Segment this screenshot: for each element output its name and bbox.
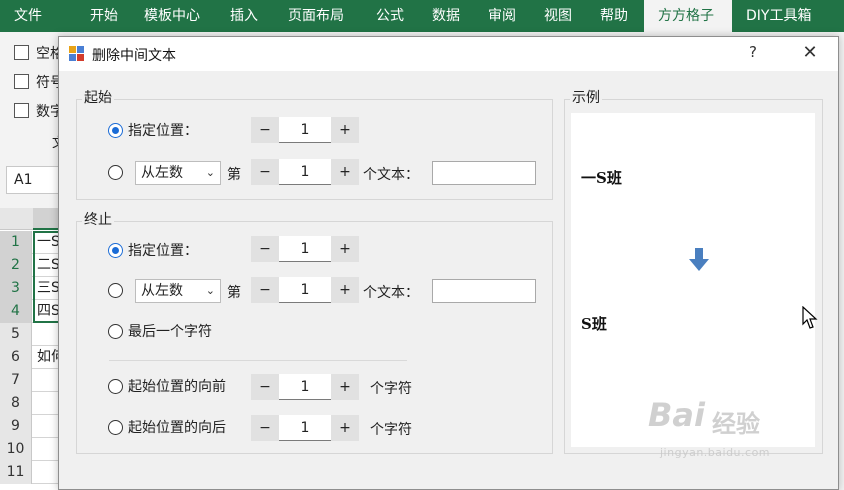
checkbox-symbol[interactable] [14, 74, 29, 89]
end-before-unit-label: 个字符 [370, 381, 412, 397]
app-icon [69, 46, 84, 61]
watermark-url: jingyan.baidu.com [660, 446, 771, 459]
row-number[interactable]: 7 [0, 369, 32, 392]
dialog-titlebar[interactable]: 删除中间文本 ? ✕ [59, 37, 838, 71]
watermark-brand: Bai [648, 396, 705, 434]
start-position-increment-button[interactable]: + [331, 117, 359, 143]
row-number[interactable]: 3 [0, 277, 32, 300]
end-nth-radio[interactable] [108, 283, 123, 298]
start-nth-spinner: − 1 + [251, 159, 359, 185]
end-before-radio[interactable] [108, 379, 123, 394]
start-nth-decrement-button[interactable]: − [251, 159, 279, 185]
tab-insert[interactable]: 插入 [216, 0, 274, 32]
name-box[interactable]: A1 [6, 166, 62, 194]
end-position-input[interactable]: 1 [279, 236, 331, 262]
end-after-increment-button[interactable]: + [331, 415, 359, 441]
start-unit-label: 个文本： [363, 167, 419, 183]
end-nth-decrement-button[interactable]: − [251, 277, 279, 303]
watermark: Bai 经验 jingyan.baidu.com [640, 396, 830, 466]
tab-home[interactable]: 开始 [76, 0, 130, 32]
mouse-cursor-icon [802, 306, 818, 329]
row-number[interactable]: 1 [0, 231, 32, 254]
start-direction-select[interactable]: 从左数 ⌄ [135, 161, 221, 185]
end-after-input[interactable]: 1 [279, 415, 331, 441]
end-last-char-label: 最后一个字符 [128, 324, 212, 340]
end-unit-label: 个文本： [363, 285, 419, 301]
end-text-input[interactable] [432, 279, 536, 303]
end-after-decrement-button[interactable]: − [251, 415, 279, 441]
end-position-increment-button[interactable]: + [331, 236, 359, 262]
end-before-spinner: − 1 + [251, 374, 359, 400]
row-number[interactable]: 8 [0, 392, 32, 415]
start-nth-input[interactable]: 1 [279, 159, 331, 185]
row-number[interactable]: 2 [0, 254, 32, 277]
end-before-input[interactable]: 1 [279, 374, 331, 400]
end-position-label: 指定位置： [128, 243, 198, 259]
checkbox-number[interactable] [14, 103, 29, 118]
end-after-radio[interactable] [108, 420, 123, 435]
tab-help[interactable]: 帮助 [586, 0, 644, 32]
tab-fangfanggezi[interactable]: 方方格子 [644, 0, 732, 32]
start-nth-increment-button[interactable]: + [331, 159, 359, 185]
end-after-unit-label: 个字符 [370, 422, 412, 438]
tab-view[interactable]: 视图 [530, 0, 586, 32]
end-before-increment-button[interactable]: + [331, 374, 359, 400]
row-number[interactable]: 5 [0, 323, 32, 346]
row-number[interactable]: 9 [0, 415, 32, 438]
end-position-decrement-button[interactable]: − [251, 236, 279, 262]
watermark-cn: 经验 [712, 410, 760, 438]
end-nth-spinner: − 1 + [251, 277, 359, 303]
start-position-radio[interactable] [108, 123, 123, 138]
end-before-label: 起始位置的向前 [128, 379, 226, 395]
chevron-down-icon: ⌄ [205, 284, 215, 297]
end-position-radio[interactable] [108, 243, 123, 258]
row-number[interactable]: 10 [0, 438, 32, 461]
end-before-decrement-button[interactable]: − [251, 374, 279, 400]
start-text-input[interactable] [432, 161, 536, 185]
tab-page-layout[interactable]: 页面布局 [274, 0, 362, 32]
chevron-down-icon: ⌄ [205, 166, 215, 179]
start-direction-value: 从左数 [141, 165, 183, 181]
example-before-text: 一S班 [581, 169, 622, 187]
start-di-label: 第 [227, 167, 241, 183]
divider [109, 360, 407, 361]
row-number[interactable]: 4 [0, 300, 32, 323]
tab-file[interactable]: 文件 [0, 0, 76, 32]
start-position-label: 指定位置： [128, 123, 198, 139]
start-position-decrement-button[interactable]: − [251, 117, 279, 143]
tab-review[interactable]: 审阅 [474, 0, 530, 32]
help-button[interactable]: ? [741, 43, 765, 65]
end-position-spinner: − 1 + [251, 236, 359, 262]
tab-templates[interactable]: 模板中心 [130, 0, 216, 32]
start-nth-radio[interactable] [108, 165, 123, 180]
end-group-label: 终止 [82, 209, 114, 229]
start-position-input[interactable]: 1 [279, 117, 331, 143]
tab-diy-toolbox[interactable]: DIY工具箱 [732, 0, 830, 32]
close-button[interactable]: ✕ [797, 42, 823, 66]
end-nth-increment-button[interactable]: + [331, 277, 359, 303]
end-direction-select[interactable]: 从左数 ⌄ [135, 279, 221, 303]
start-group-label: 起始 [82, 87, 114, 107]
arrow-down-icon [689, 248, 709, 271]
example-group-label: 示例 [570, 87, 602, 107]
row-number[interactable]: 11 [0, 461, 32, 484]
start-position-spinner: − 1 + [251, 117, 359, 143]
end-last-char-radio[interactable] [108, 324, 123, 339]
end-after-label: 起始位置的向后 [128, 420, 226, 436]
tab-data[interactable]: 数据 [418, 0, 474, 32]
end-after-spinner: − 1 + [251, 415, 359, 441]
end-nth-input[interactable]: 1 [279, 277, 331, 303]
dialog-title: 删除中间文本 [92, 48, 176, 64]
checkbox-space[interactable] [14, 45, 29, 60]
end-direction-value: 从左数 [141, 283, 183, 299]
tab-formulas[interactable]: 公式 [362, 0, 418, 32]
row-number[interactable]: 6 [0, 346, 32, 369]
ribbon-tab-bar: 文件 开始 模板中心 插入 页面布局 公式 数据 审阅 视图 帮助 方方格子 D… [0, 0, 844, 32]
example-after-text: S班 [581, 315, 607, 333]
end-di-label: 第 [227, 285, 241, 301]
